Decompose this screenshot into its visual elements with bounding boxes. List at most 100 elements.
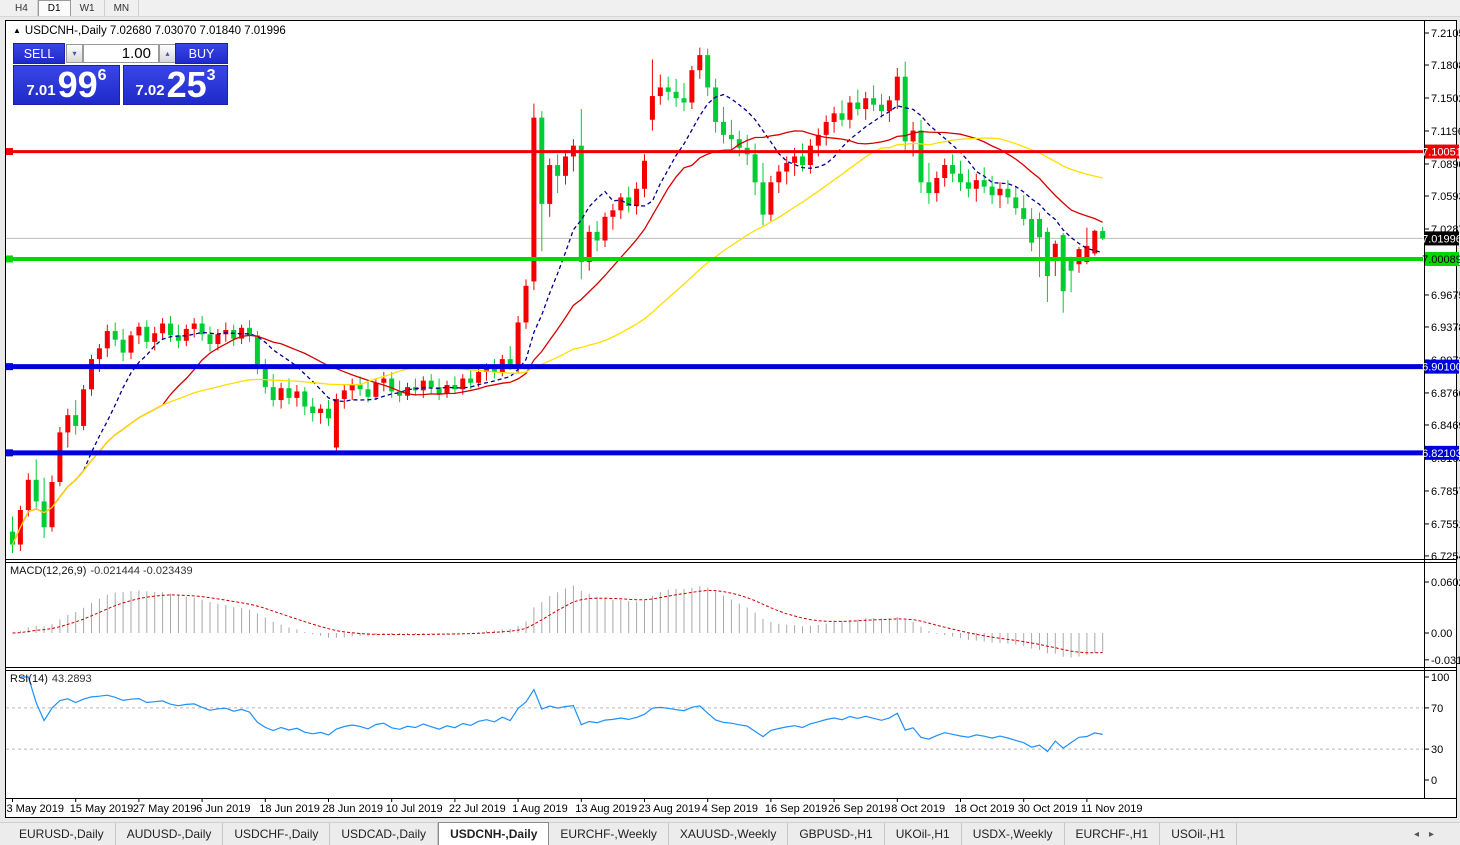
candle-body [974,180,979,189]
candle-body [373,383,378,397]
sell-price-small: 7.01 [26,82,55,99]
price-badge-label: 6.82103 [1422,448,1460,460]
price-axis-label: 6.84690 [1431,420,1460,432]
sell-price-big: 99 [58,67,98,103]
line-handle-icon[interactable] [6,449,13,456]
candle-body [10,532,15,545]
candle-body [160,324,165,334]
candle-body [34,480,39,502]
sell-button[interactable]: SELL [13,43,65,64]
candle-body [57,432,62,482]
price-badge-label: 7.01996 [1422,233,1460,245]
candle-body [563,156,568,175]
macd-axis-label: 0.060273 [1431,577,1460,589]
candle-body [603,217,608,241]
candle-body [547,165,552,204]
candle-body [950,165,955,174]
candle-body [255,335,260,367]
volume-increase-button[interactable]: ▴ [159,44,176,63]
volume-input[interactable] [83,44,159,63]
candle-body [326,409,331,419]
candle-body [129,335,134,352]
candle-body [358,385,363,389]
candle-body [366,389,371,397]
candle-body [697,55,702,70]
price-axis-label: 7.11960 [1431,126,1460,138]
candle-body [445,385,450,394]
candle-body [768,182,773,214]
chart-title: ▲USDCNH-,Daily 7.02680 7.03070 7.01840 7… [13,25,286,37]
candle-body [650,96,655,120]
date-axis-label: 30 Oct 2019 [1018,803,1078,815]
date-axis-label: 3 May 2019 [7,803,64,815]
candle-body [476,372,481,383]
chevron-down-icon: ▾ [72,49,76,58]
date-axis-label: 10 Jul 2019 [386,803,443,815]
price-axis-label: 6.93780 [1431,322,1460,334]
candle-body [674,92,679,98]
candle-body [81,389,86,426]
candle-body [595,232,600,241]
rsi-indicator-label: RSI(14) 43.2893 [10,673,92,685]
date-axis-label: 1 Aug 2019 [512,803,568,815]
rsi-axis-label: 100 [1431,672,1449,684]
price-axis-label: 6.87660 [1431,388,1460,400]
date-axis-label: 6 Jun 2019 [196,803,250,815]
candle-body [294,391,299,397]
candle-body [847,103,852,120]
date-axis-label: 27 May 2019 [133,803,197,815]
candle-body [208,334,213,344]
candle-body [421,381,426,391]
date-axis-label: 18 Oct 2019 [955,803,1015,815]
line-handle-icon[interactable] [6,255,13,262]
rsi-axis-label: 30 [1431,744,1443,756]
candle-body [89,359,94,389]
candle-body [555,165,560,176]
candle-body [721,122,726,135]
date-axis-label: 23 Aug 2019 [639,803,701,815]
price-badge-label: 7.00089 [1422,254,1460,266]
candle-body [966,182,971,188]
date-axis-label: 28 Jun 2019 [323,803,384,815]
candle-body [863,98,868,109]
candle-body [800,156,805,165]
candle-body [1029,219,1034,243]
date-axis-label: 11 Nov 2019 [1081,803,1143,815]
date-axis-label: 26 Sep 2019 [828,803,890,815]
candle-body [1013,197,1018,208]
buy-button[interactable]: BUY [175,43,228,64]
candle-body [429,381,434,387]
candle-body [990,187,995,196]
candle-body [271,387,276,400]
macd-values: -0.021444 -0.023439 [90,565,192,577]
candle-body [729,135,734,139]
candle-body [982,180,987,186]
candle-body [310,407,315,413]
date-axis-label: 8 Oct 2019 [891,803,945,815]
candle-body [808,146,813,165]
buy-price-button[interactable]: 7.02 25 3 [123,65,228,105]
candle-body [903,77,908,142]
rsi-name: RSI(14) [10,673,48,685]
macd-name: MACD(12,26,9) [10,565,86,577]
line-handle-icon[interactable] [6,148,13,155]
candle-body [840,113,845,119]
macd-indicator-label: MACD(12,26,9) -0.021444 -0.023439 [10,565,193,577]
macd-axis-label: 0.00 [1431,628,1452,640]
volume-decrease-button[interactable]: ▾ [66,44,83,63]
rsi-value: 43.2893 [52,673,92,685]
candle-body [389,378,394,391]
candle-body [1037,219,1042,237]
date-axis-label: 22 Jul 2019 [449,803,506,815]
chart-area: 7.210507.180807.150207.119607.089007.059… [0,0,1460,845]
candle-body [642,161,647,189]
date-axis-label: 18 Jun 2019 [259,803,320,815]
price-axis-label: 7.15020 [1431,93,1460,105]
candle-body [192,324,197,329]
candle-body [1092,231,1097,254]
candle-body [871,98,876,104]
candle-body [215,334,220,344]
candle-body [539,118,544,204]
line-handle-icon[interactable] [6,363,13,370]
sell-price-button[interactable]: 7.01 99 6 [13,65,120,105]
